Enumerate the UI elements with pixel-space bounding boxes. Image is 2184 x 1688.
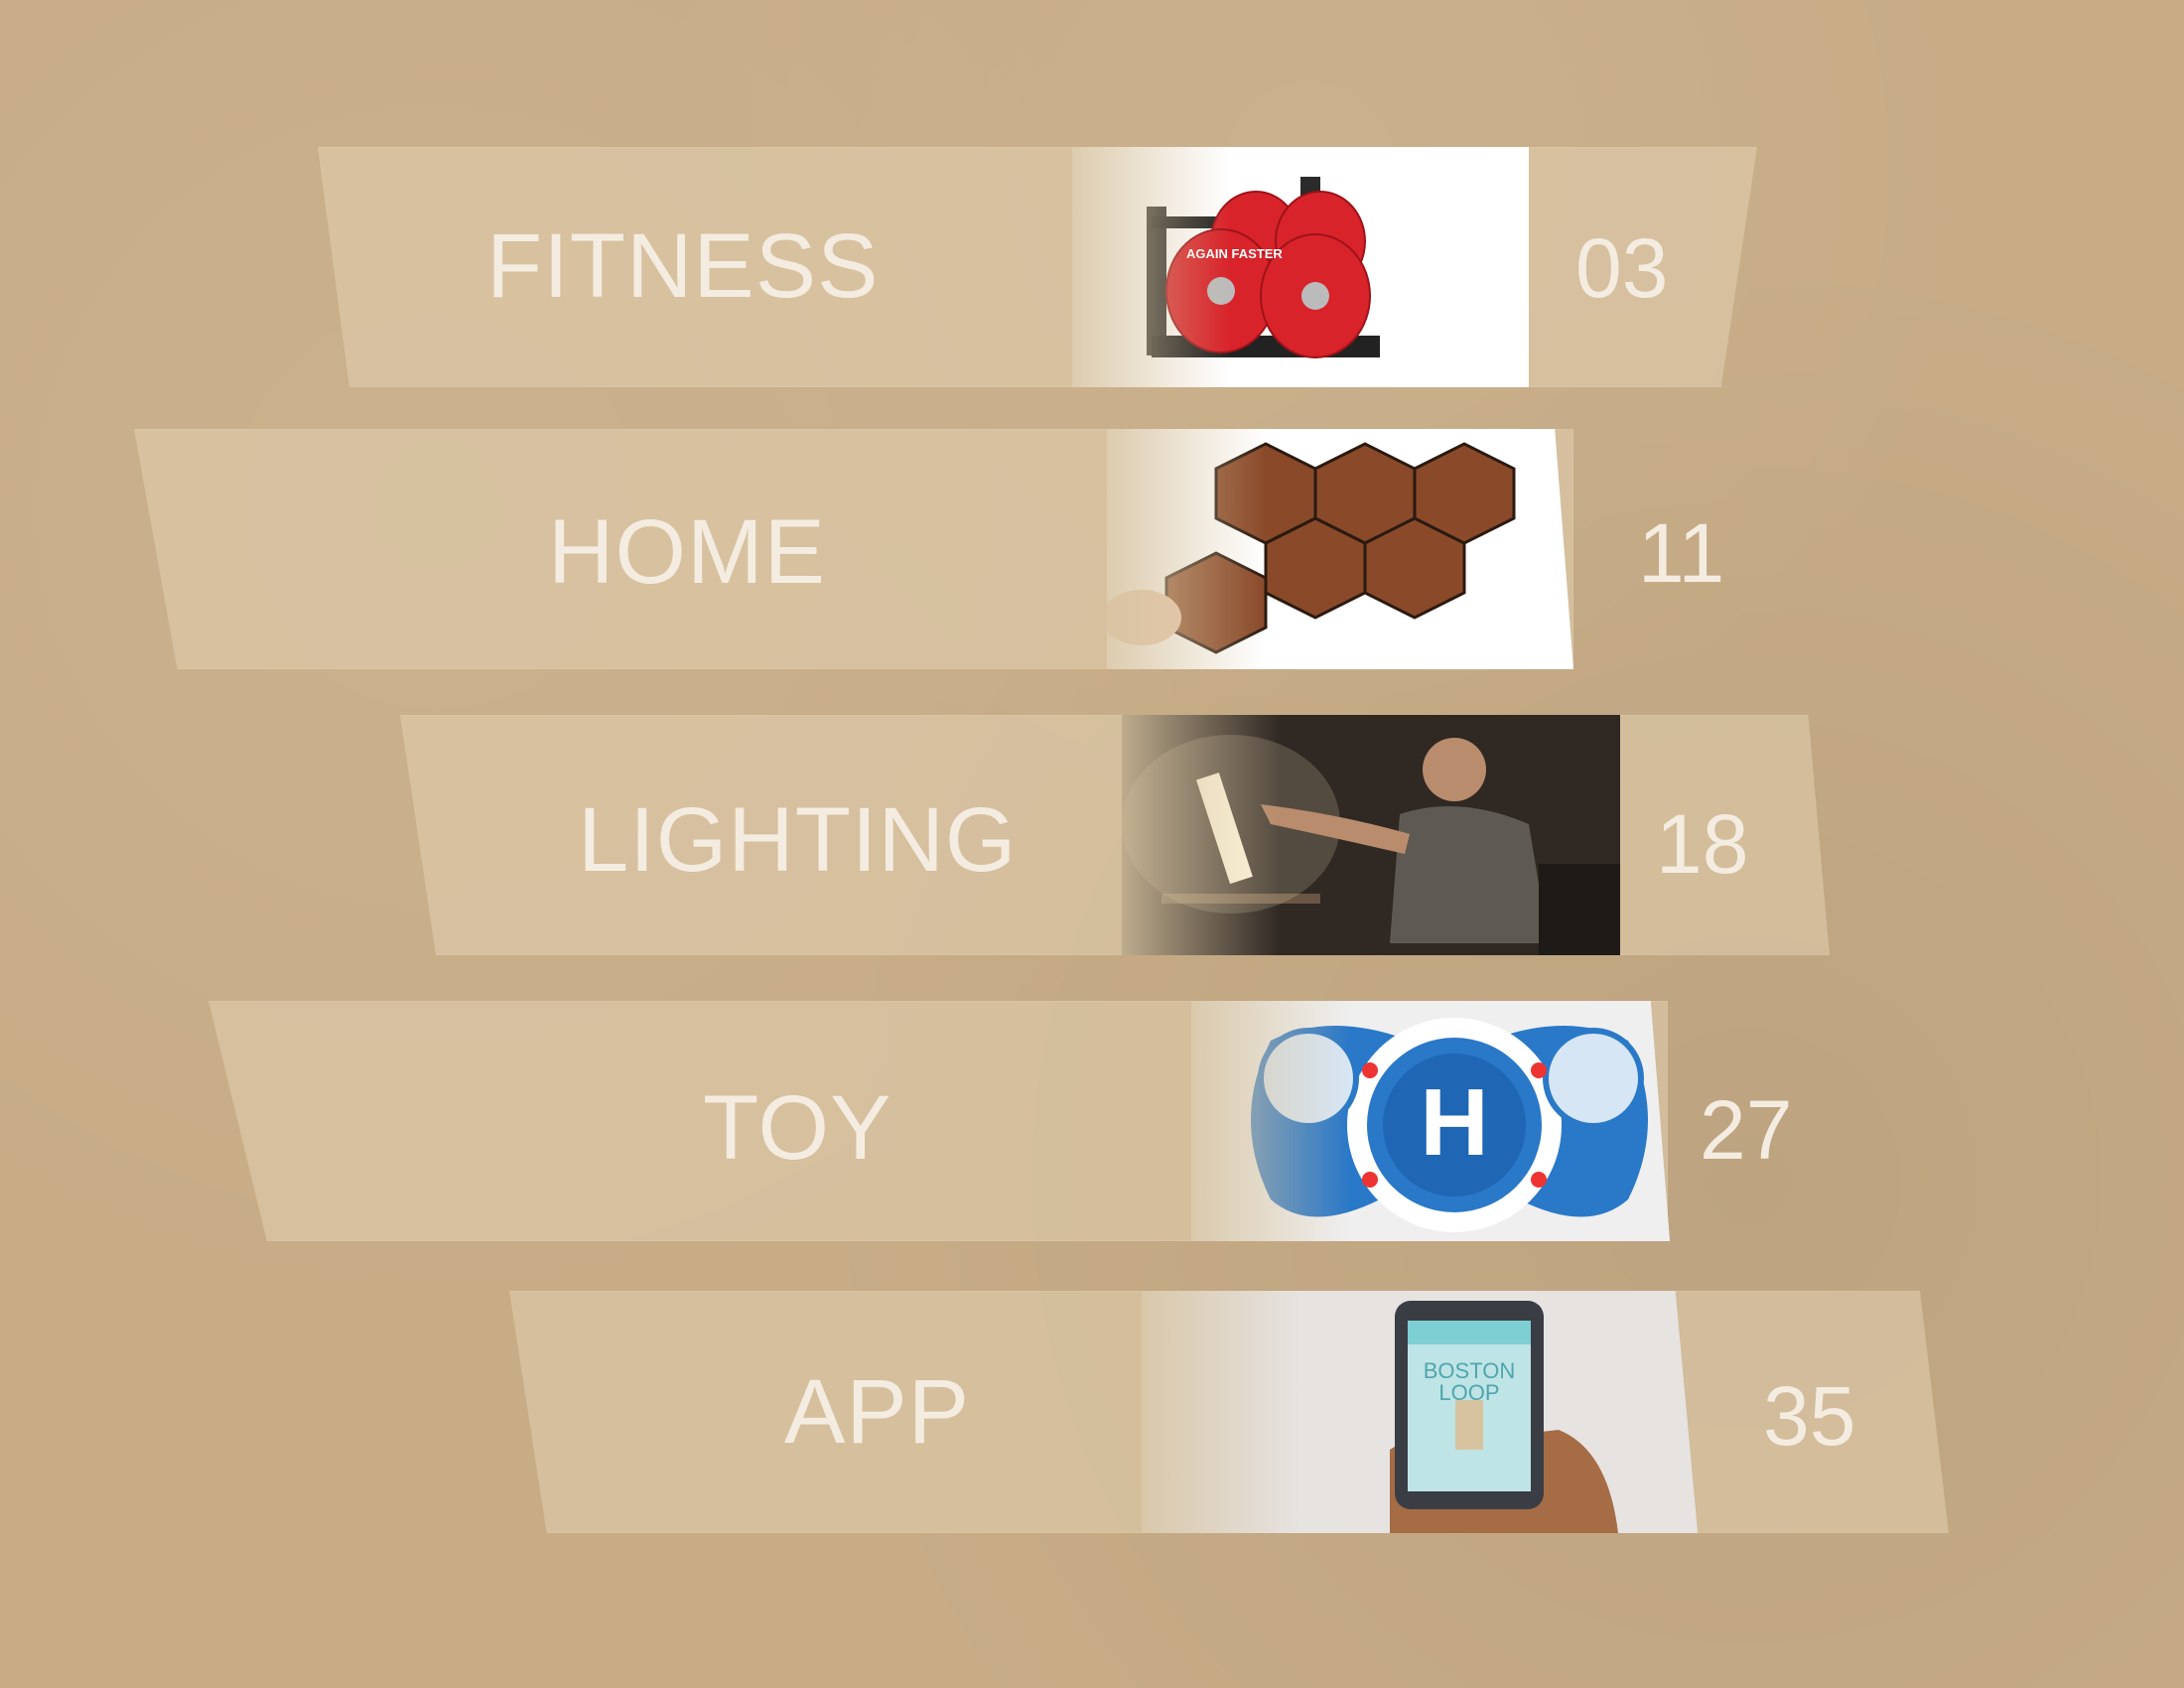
lamp-man-icon [1122,715,1620,955]
section-label-app: APP [784,1361,971,1463]
app-screen-title: BOSTON LOOP [1423,1358,1516,1405]
section-label-fitness: FITNESS [486,215,880,317]
lighting-image [1122,715,1620,955]
home-image [1107,429,1573,669]
svg-text:H: H [1420,1069,1488,1176]
hexagon-tiles-icon [1107,442,1516,654]
phone-in-hand-icon [1142,1291,1698,1533]
app-image: BOSTON LOOP [1142,1291,1698,1533]
remote-controller-icon: H [1191,1001,1670,1241]
section-label-home: HOME [548,501,826,603]
section-page-home: 11 [1638,506,1725,600]
fitness-image: AGAIN FASTER [1072,147,1529,387]
section-page-toy: 27 [1700,1083,1793,1177]
toy-image: H [1191,1001,1670,1241]
table-of-contents: AGAIN FASTER FITNESS 03 HOME 11 LIGHTING… [0,0,2184,1688]
section-page-fitness: 03 [1575,221,1669,315]
section-page-lighting: 18 [1656,797,1749,891]
section-label-lighting: LIGHTING [578,789,1018,891]
fitness-plate-text: AGAIN FASTER [1186,246,1283,261]
section-page-app: 35 [1763,1369,1856,1463]
weight-plate-rack-icon [1147,177,1380,358]
section-label-toy: TOY [703,1077,892,1179]
